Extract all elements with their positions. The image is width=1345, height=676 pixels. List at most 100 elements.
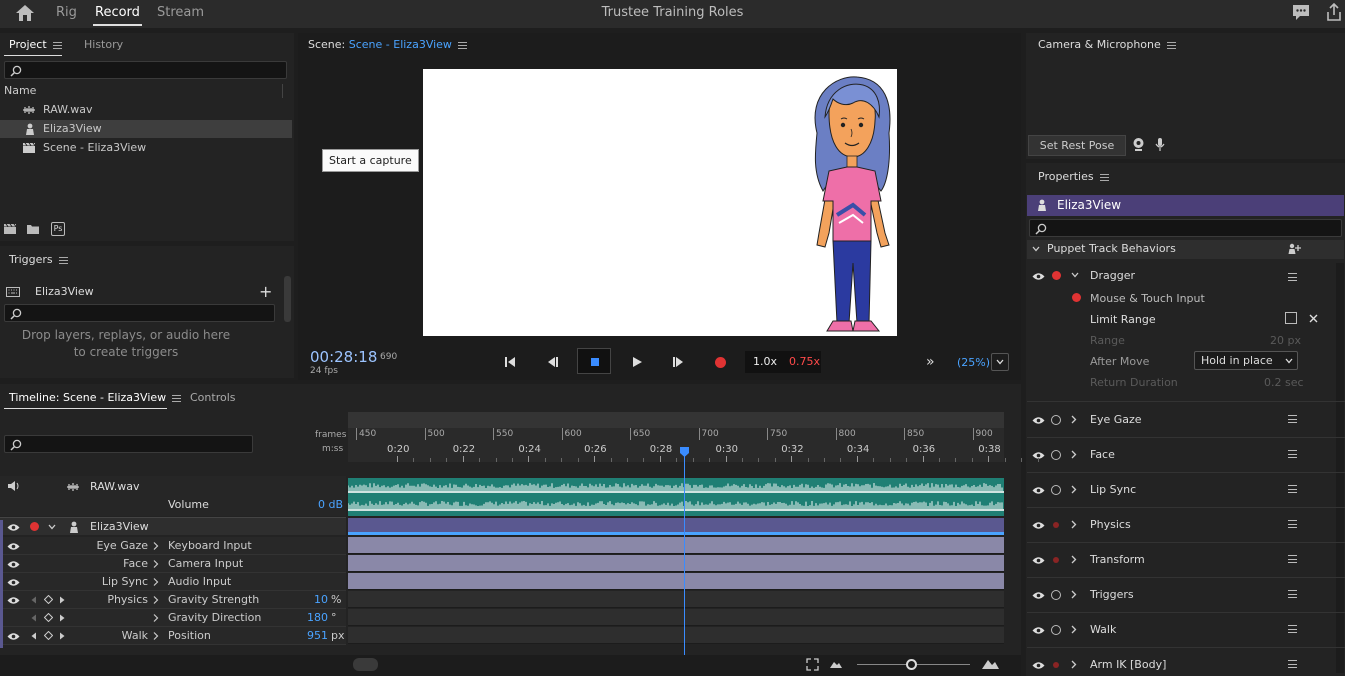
chevron-right-icon[interactable] [153, 560, 159, 568]
arm-record-dot[interactable] [1053, 522, 1059, 528]
arm-record-dot[interactable] [1052, 271, 1061, 280]
webcam-icon[interactable] [1132, 137, 1145, 152]
speaker-icon[interactable] [7, 480, 20, 492]
speed-control[interactable]: 1.0x 0.75x [745, 351, 821, 373]
puppet-track-bar[interactable] [348, 518, 1004, 535]
behavior-menu-icon[interactable] [1288, 590, 1297, 598]
limit-range-checkbox[interactable] [1285, 312, 1297, 324]
arm-record-dot[interactable] [1051, 625, 1061, 635]
prev-keyframe-icon[interactable] [31, 632, 37, 640]
chevron-right-icon[interactable] [153, 542, 159, 550]
behavior-menu-icon[interactable] [1288, 625, 1297, 633]
chevron-right-icon[interactable] [153, 596, 159, 604]
parameter-track[interactable] [348, 555, 1004, 572]
eye-icon[interactable] [7, 632, 20, 641]
zoom-in-mountain-icon[interactable] [982, 658, 999, 669]
puppet-track-behaviors-section[interactable]: Puppet Track Behaviors [1027, 240, 1344, 259]
eye-icon[interactable] [1032, 626, 1045, 635]
eye-icon[interactable] [7, 578, 20, 587]
prev-keyframe-icon[interactable] [31, 614, 37, 622]
behavior-menu-icon[interactable] [1288, 555, 1297, 563]
behavior-menu-icon[interactable] [1288, 660, 1297, 668]
scene-canvas[interactable] [423, 69, 897, 336]
eye-icon[interactable] [7, 523, 20, 532]
properties-search-input[interactable] [1029, 219, 1342, 237]
next-keyframe-icon[interactable] [59, 614, 65, 622]
arm-record-dot[interactable] [1051, 415, 1061, 425]
add-trigger-icon[interactable]: + [259, 282, 272, 301]
parameter-row[interactable]: Gravity Direction 180 ° [0, 609, 346, 627]
new-scene-icon[interactable] [3, 223, 17, 235]
project-item-eliza3view[interactable]: Eliza3View [0, 120, 292, 138]
feedback-icon[interactable] [1292, 4, 1310, 22]
arm-record-dot[interactable] [1051, 485, 1061, 495]
parameter-row[interactable]: Eye Gaze Keyboard Input [0, 537, 346, 555]
fit-timeline-icon[interactable] [806, 658, 819, 671]
tab-timeline[interactable]: Timeline: Scene - Eliza3View [9, 391, 182, 404]
parameter-track[interactable] [348, 627, 1004, 644]
tab-controls[interactable]: Controls [190, 391, 236, 404]
eye-icon[interactable] [7, 596, 20, 605]
behavior-physics[interactable]: Physics [1027, 508, 1345, 543]
more-controls-icon[interactable]: » [926, 354, 935, 370]
parameter-row[interactable]: Physics Gravity Strength 10% [0, 591, 346, 609]
set-rest-pose-button[interactable]: Set Rest Pose [1028, 135, 1126, 156]
parameter-track[interactable] [348, 537, 1004, 554]
project-menu-icon[interactable] [52, 41, 62, 49]
behavior-menu-icon[interactable] [1288, 450, 1297, 458]
timeline-search-input[interactable] [4, 435, 253, 453]
zoom-level[interactable]: (25%) [957, 356, 990, 369]
tab-history[interactable]: History [84, 38, 123, 51]
behavior-triggers[interactable]: Triggers [1027, 578, 1345, 613]
chevron-right-icon[interactable] [153, 614, 159, 622]
chevron-right-icon[interactable] [1071, 625, 1077, 634]
next-keyframe-icon[interactable] [59, 596, 65, 604]
eye-icon[interactable] [1032, 451, 1045, 460]
chevron-right-icon[interactable] [1071, 450, 1077, 459]
speed-slow[interactable]: 0.75x [789, 355, 820, 368]
behavior-walk[interactable]: Walk [1027, 613, 1345, 648]
photoshop-icon[interactable]: Ps [51, 222, 65, 236]
project-item-scene[interactable]: Scene - Eliza3View [0, 139, 292, 157]
parameter-track[interactable] [348, 573, 1004, 590]
parameter-row[interactable]: Lip Sync Audio Input [0, 573, 346, 591]
zoom-dropdown[interactable] [991, 353, 1009, 371]
triggers-search-input[interactable] [4, 304, 275, 322]
audio-waveform-track[interactable] [348, 478, 1004, 516]
chevron-right-icon[interactable] [1071, 660, 1077, 669]
behavior-lip-sync[interactable]: Lip Sync [1027, 473, 1345, 508]
add-behavior-icon[interactable] [1288, 243, 1301, 255]
keyframe-diamond-icon[interactable] [44, 595, 53, 604]
arm-record-dot[interactable] [1051, 590, 1061, 600]
chevron-right-icon[interactable] [1071, 485, 1077, 494]
chevron-right-icon[interactable] [1071, 590, 1077, 599]
play-icon[interactable] [631, 356, 643, 368]
triggers-scrollbar[interactable] [284, 276, 291, 322]
puppet-track-header[interactable]: Eliza3View [0, 517, 346, 535]
speed-normal[interactable]: 1.0x [753, 355, 777, 368]
parameter-row[interactable]: Face Camera Input [0, 555, 346, 573]
chevron-right-icon[interactable] [153, 578, 159, 586]
eye-icon[interactable] [7, 560, 20, 569]
zoom-slider-thumb[interactable] [906, 659, 917, 670]
close-icon[interactable] [1309, 314, 1318, 323]
eliza-puppet-character[interactable] [807, 73, 897, 336]
arm-record-dot[interactable] [1053, 557, 1059, 563]
eye-icon[interactable] [1032, 591, 1045, 600]
tab-project[interactable]: Project [9, 38, 62, 51]
eye-icon[interactable] [1032, 521, 1045, 530]
keyframe-diamond-icon[interactable] [44, 631, 53, 640]
arm-record-dot[interactable] [30, 522, 39, 531]
input-record-dot[interactable] [1072, 293, 1081, 302]
parameter-value[interactable]: 10 [314, 593, 328, 606]
chevron-down-icon[interactable] [1071, 272, 1079, 278]
next-keyframe-icon[interactable] [59, 632, 65, 640]
folder-icon[interactable] [26, 223, 40, 235]
eye-icon[interactable] [1032, 486, 1045, 495]
arm-record-dot[interactable] [1051, 450, 1061, 460]
behavior-arm-ik[interactable]: Arm IK [Body] [1027, 648, 1345, 676]
triggers-menu-icon[interactable] [58, 256, 68, 264]
behavior-menu-icon[interactable] [1288, 520, 1297, 528]
behavior-transform[interactable]: Transform [1027, 543, 1345, 578]
stop-button[interactable] [577, 348, 611, 374]
